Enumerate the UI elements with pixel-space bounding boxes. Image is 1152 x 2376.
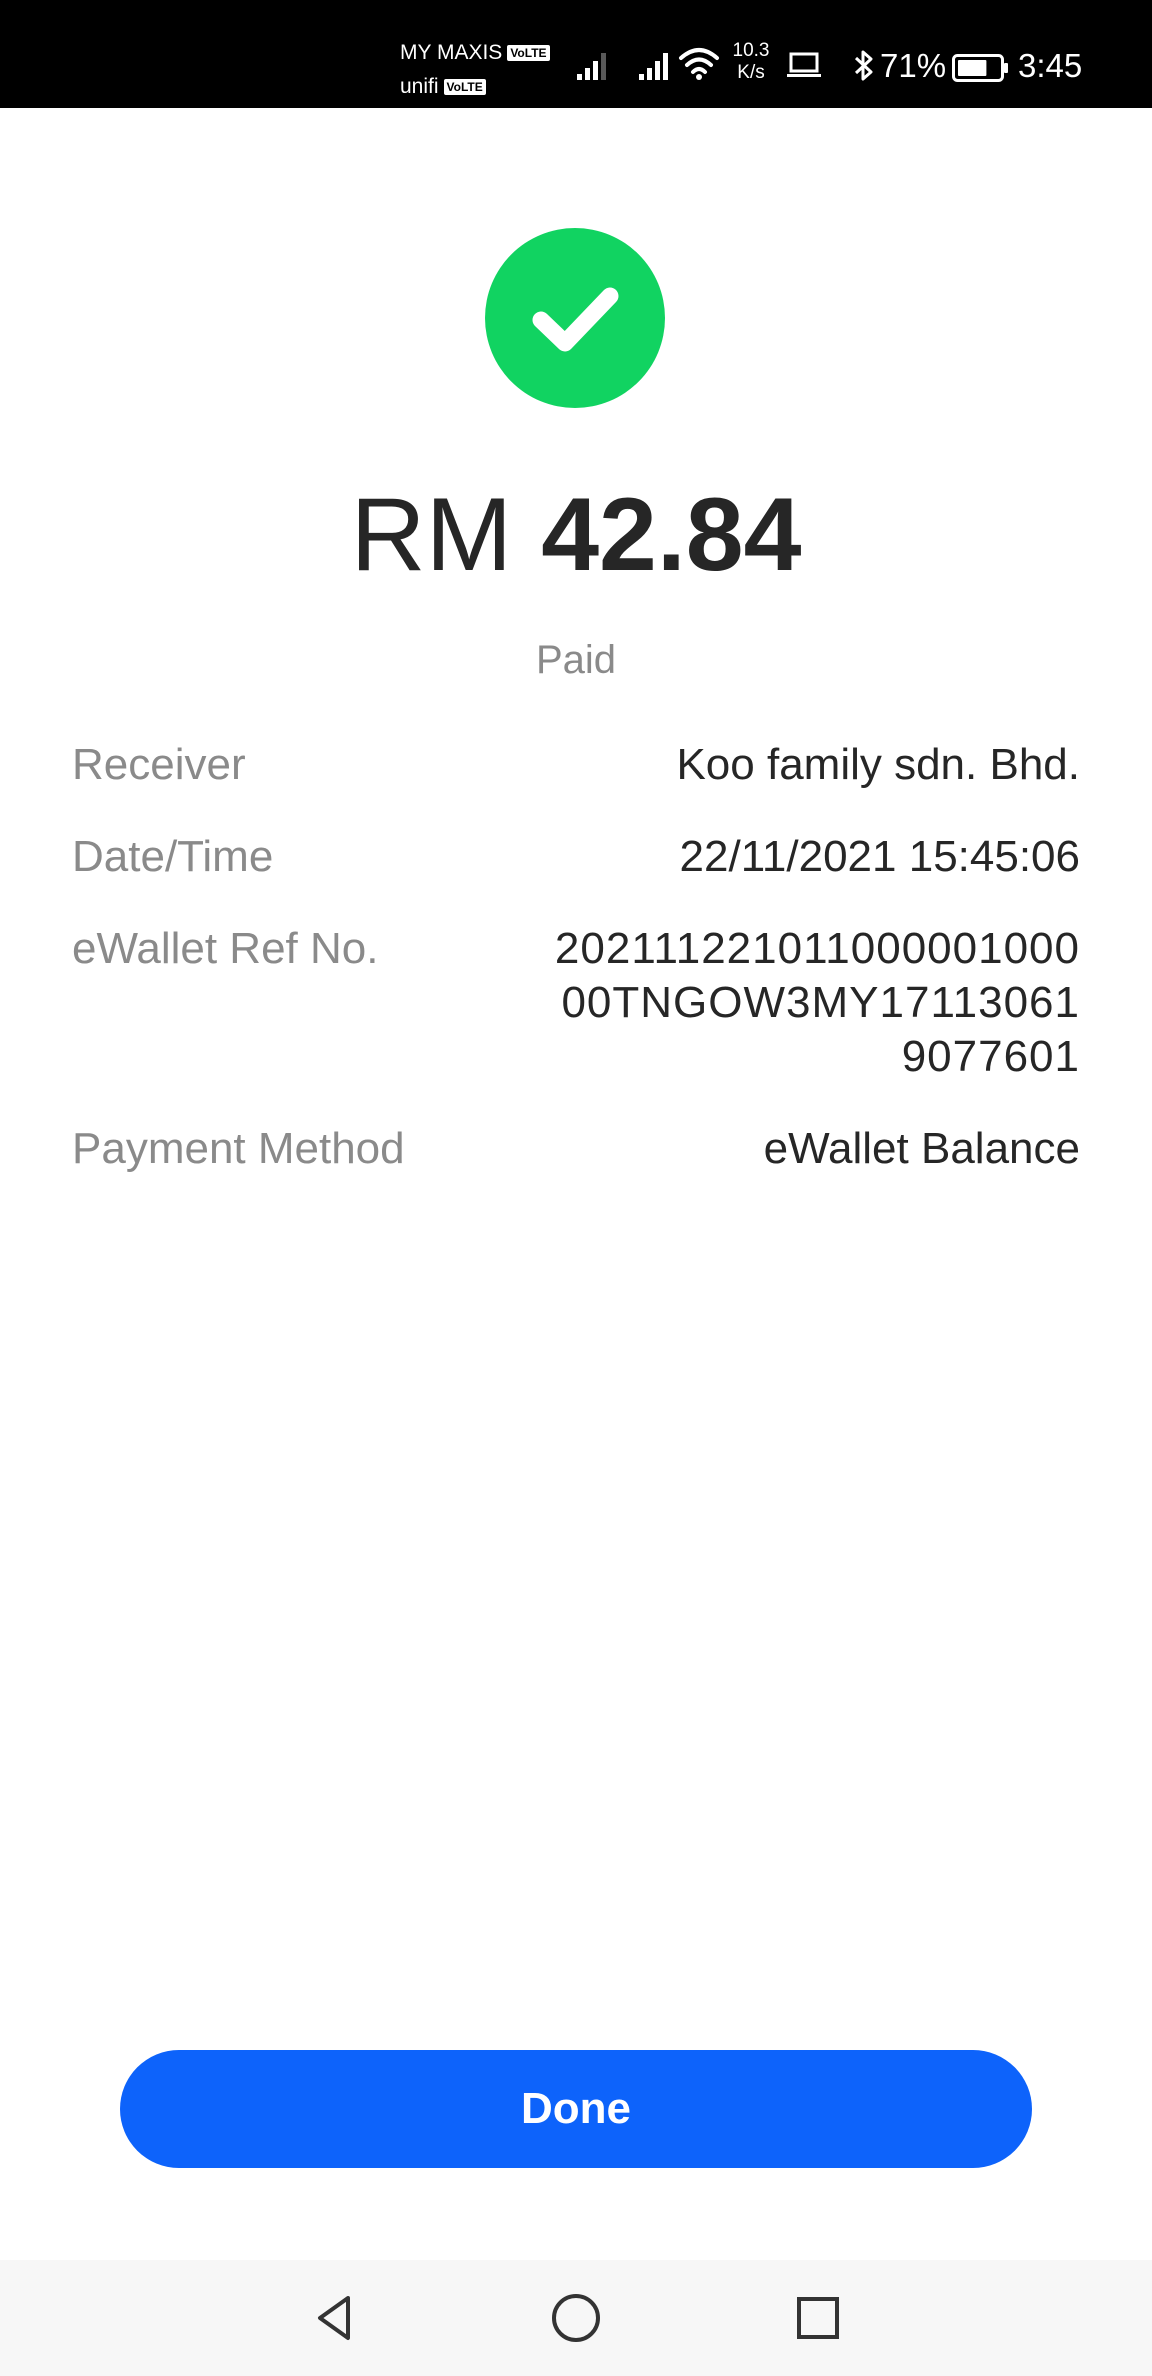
volte-badge: VoLTE [507,45,550,61]
signal-icon [577,53,606,80]
status-bar: MY MAXIS VoLTE unifi VoLTE 10.3 K/s 71% [0,0,1152,108]
signal-icon [639,53,668,80]
detail-label: Payment Method [72,1124,405,1173]
laptop-icon [787,52,821,77]
checkmark-icon [532,287,619,352]
currency-label: RM [350,477,513,593]
network-speed-unit: K/s [737,62,765,83]
detail-value: Koo family sdn. Bhd. [676,740,1080,789]
payment-amount: RM 42.84 [0,470,1152,600]
detail-label: Date/Time [72,832,274,881]
network-speed: 10.3 K/s [726,40,776,84]
carrier-name-primary: MY MAXIS [400,41,503,64]
network-speed-value: 10.3 [732,40,770,61]
carrier-info: MY MAXIS VoLTE unifi VoLTE [400,36,550,104]
amount-value: 42.84 [541,477,802,593]
volte-badge: VoLTE [443,79,486,95]
wifi-icon [679,48,719,80]
home-icon[interactable] [546,2288,606,2348]
navigation-bar [0,2260,1152,2376]
battery-percent: 71% [880,47,947,84]
recent-apps-icon[interactable] [790,2290,846,2346]
detail-value: eWallet Balance [763,1124,1080,1173]
clock: 3:45 [1018,47,1083,84]
done-button[interactable]: Done [120,2050,1032,2168]
back-icon[interactable] [308,2290,364,2346]
battery-icon [952,54,1008,82]
detail-value: 20211122101100000100000TNGOW3MY171130619… [554,924,1080,1081]
payment-status: Paid [535,638,617,682]
bluetooth-icon [854,50,873,81]
detail-label: Receiver [72,740,246,789]
carrier-name-secondary: unifi [400,75,439,98]
success-check-icon [485,228,665,408]
detail-label: eWallet Ref No. [72,924,379,973]
detail-value: 22/11/2021 15:45:06 [679,832,1080,881]
